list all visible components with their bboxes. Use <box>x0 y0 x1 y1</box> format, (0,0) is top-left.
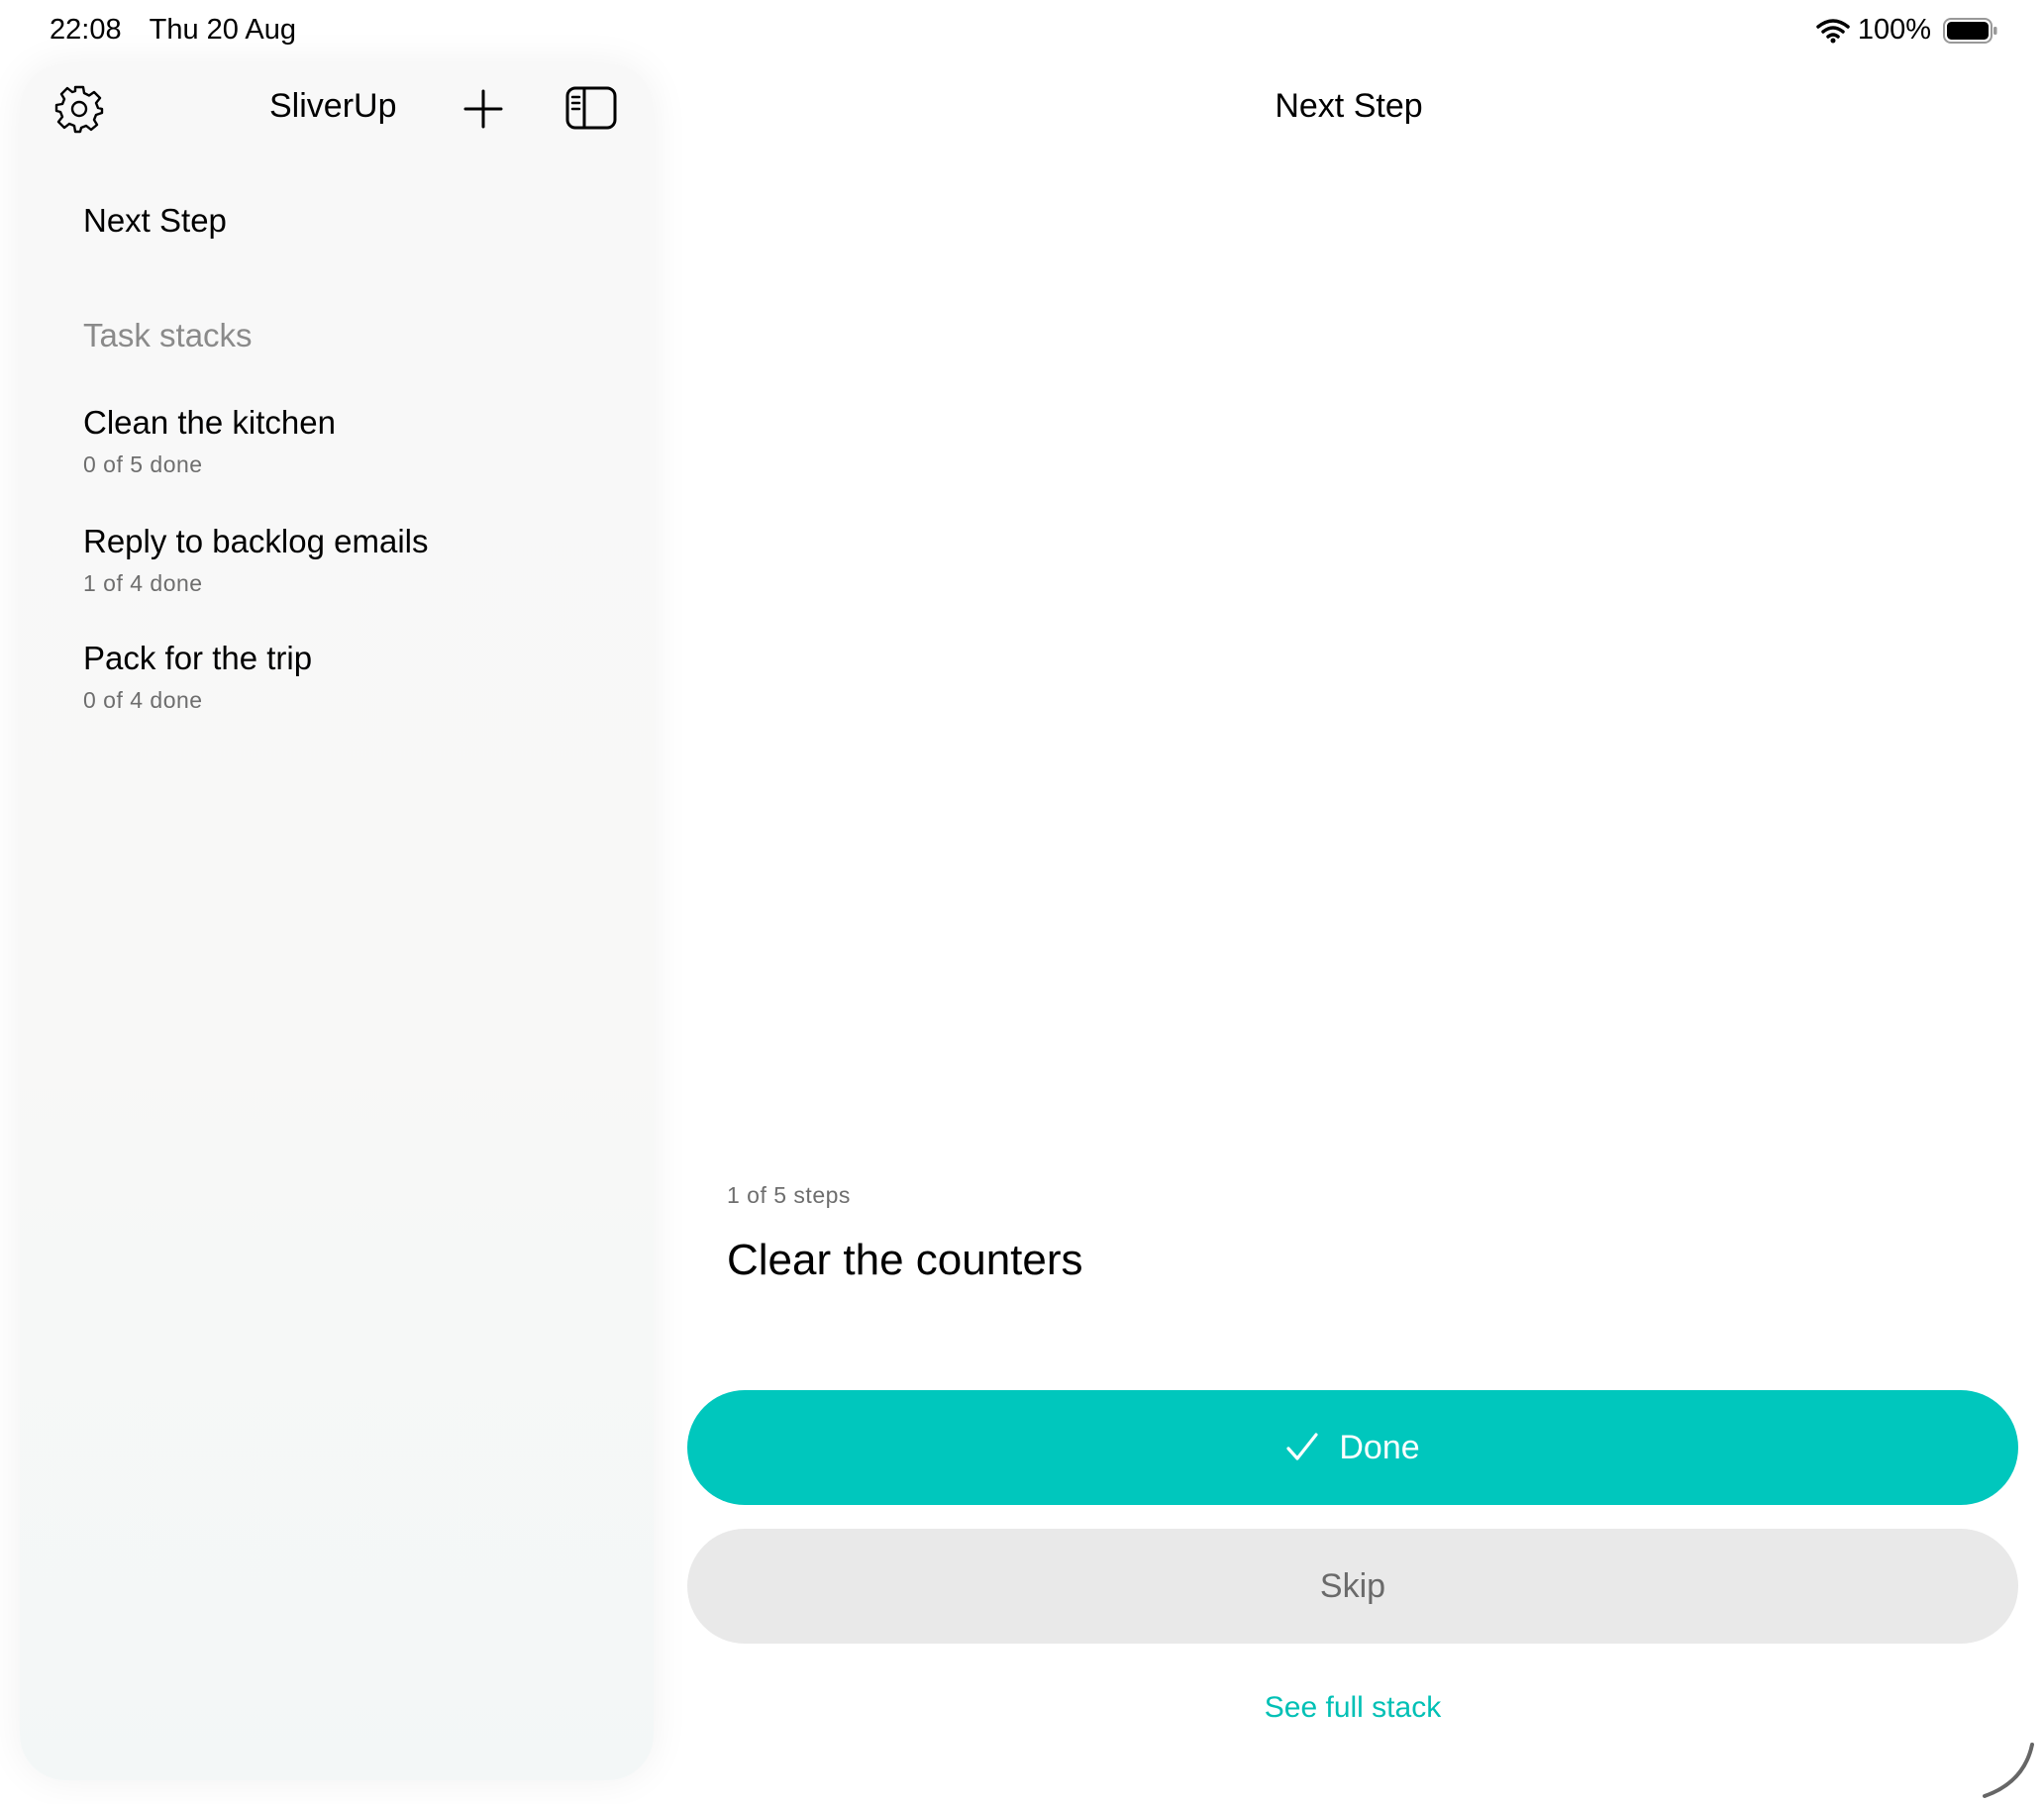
gear-icon[interactable] <box>53 83 105 135</box>
wifi-icon <box>1816 18 1850 43</box>
section-header-task-stacks: Task stacks <box>83 317 253 353</box>
stack-title: Pack for the trip <box>83 640 313 676</box>
sidebar-item-reply-to-backlog-emails[interactable]: Reply to backlog emails 1 of 4 done <box>83 523 618 597</box>
skip-label: Skip <box>1319 1566 1386 1605</box>
skip-button[interactable]: Skip <box>687 1529 2018 1644</box>
status-bar-right: 100% <box>1816 14 1998 47</box>
stack-progress: 0 of 4 done <box>83 687 203 713</box>
window-corner-indicator <box>1983 1743 2034 1798</box>
sidebar-item-clean-the-kitchen[interactable]: Clean the kitchen 0 of 5 done <box>83 404 618 478</box>
step-progress: 1 of 5 steps <box>727 1182 851 1208</box>
sidebar-item-next-step[interactable]: Next Step <box>83 202 227 240</box>
checkmark-icon <box>1286 1433 1318 1460</box>
see-full-stack-link[interactable]: See full stack <box>687 1691 2018 1725</box>
stack-title: Clean the kitchen <box>83 404 336 441</box>
status-bar-left: 22:08 Thu 20 Aug <box>50 14 296 47</box>
stack-progress: 1 of 4 done <box>83 570 203 596</box>
plus-icon[interactable] <box>460 85 507 133</box>
app-screen: 22:08 Thu 20 Aug 100% SliverUp Next Step… <box>0 0 2044 1804</box>
page-title: Next Step <box>1275 87 1423 125</box>
battery-percent: 100% <box>1857 14 1931 46</box>
app-title: SliverUp <box>269 87 397 125</box>
done-label: Done <box>1339 1428 1420 1466</box>
status-date: Thu 20 Aug <box>149 14 296 46</box>
sidebar-item-pack-for-the-trip[interactable]: Pack for the trip 0 of 4 done <box>83 640 618 714</box>
status-time: 22:08 <box>50 14 122 46</box>
done-button[interactable]: Done <box>687 1390 2018 1505</box>
sidebar: SliverUp Next Step Task stacks Clean the… <box>20 63 654 1780</box>
sidebar-toggle-icon[interactable] <box>564 85 618 131</box>
stack-progress: 0 of 5 done <box>83 451 203 477</box>
step-title: Clear the counters <box>727 1236 1083 1284</box>
stack-title: Reply to backlog emails <box>83 523 429 559</box>
battery-icon <box>1943 17 1997 44</box>
